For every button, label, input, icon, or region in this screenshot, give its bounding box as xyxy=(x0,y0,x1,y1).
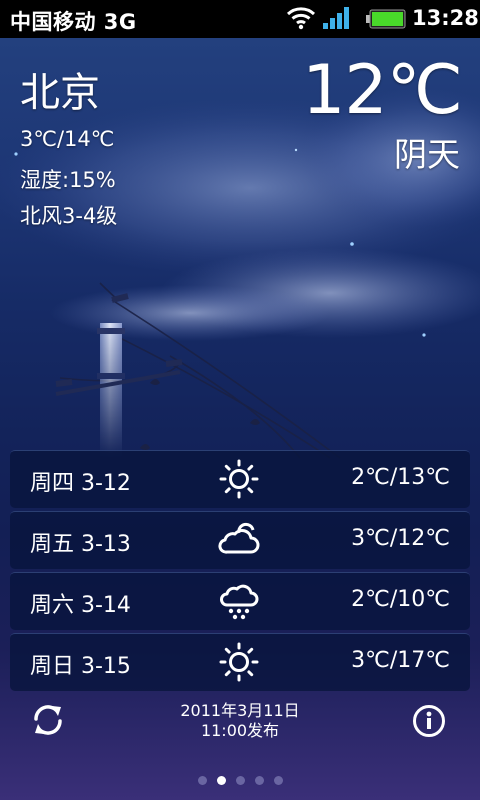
forecast-day: 周四 3-12 xyxy=(30,471,131,496)
page-dot[interactable] xyxy=(216,776,226,785)
clock: 13:28 xyxy=(412,6,479,30)
cloud-icon xyxy=(218,522,260,554)
weather-condition: 阴天 xyxy=(394,135,460,174)
forecast-temperature: 3℃/17℃ xyxy=(351,648,450,673)
refresh-button[interactable] xyxy=(30,702,66,738)
publish-info: 2011年3月11日 11:00发布 xyxy=(140,701,340,741)
temperature-range: 3℃/14℃ xyxy=(20,127,115,151)
forecast-temperature: 3℃/12℃ xyxy=(351,526,450,551)
forecast-day: 周五 3-13 xyxy=(30,532,131,557)
forecast-row[interactable]: 周四 3-12 2℃/13℃ xyxy=(10,450,470,508)
forecast-temperature: 2℃/13℃ xyxy=(351,465,450,490)
page-dot[interactable] xyxy=(197,776,207,785)
page-dot[interactable] xyxy=(235,776,245,785)
forecast-row[interactable]: 周日 3-15 3℃/17℃ xyxy=(10,633,470,691)
forecast-day: 周日 3-15 xyxy=(30,654,131,679)
forecast-row[interactable]: 周六 3-14 2℃/10℃ xyxy=(10,572,470,630)
screen: 中国移动 3G 13:28 北京 3℃/14℃ 湿度:15% 北风3-4级 12… xyxy=(0,0,480,800)
forecast-row[interactable]: 周五 3-13 3℃/12℃ xyxy=(10,511,470,569)
wifi-icon xyxy=(286,7,316,30)
carrier-label: 中国移动 3G xyxy=(10,10,137,34)
sun-icon xyxy=(219,459,259,499)
publish-date: 2011年3月11日 xyxy=(180,701,300,720)
page-indicator xyxy=(0,770,480,789)
forecast-list: 周四 3-12 2℃/13℃ 周五 3-13 3℃/12℃ 周六 3-14 2℃… xyxy=(10,450,470,694)
status-bar: 中国移动 3G 13:28 xyxy=(0,0,480,38)
page-dot[interactable] xyxy=(254,776,264,785)
snow-icon xyxy=(220,584,259,620)
signal-icon xyxy=(323,7,349,29)
humidity-label: 湿度:15% xyxy=(20,168,116,192)
page-dot[interactable] xyxy=(273,776,283,785)
forecast-day: 周六 3-14 xyxy=(30,593,131,618)
sun-icon xyxy=(219,642,259,682)
info-button[interactable] xyxy=(412,704,446,738)
current-temperature: 12℃ xyxy=(302,51,463,130)
battery-icon xyxy=(366,9,406,29)
forecast-temperature: 2℃/10℃ xyxy=(351,587,450,612)
publish-time: 11:00发布 xyxy=(200,721,280,740)
wind-label: 北风3-4级 xyxy=(20,204,118,228)
city-name: 北京 xyxy=(20,70,100,116)
